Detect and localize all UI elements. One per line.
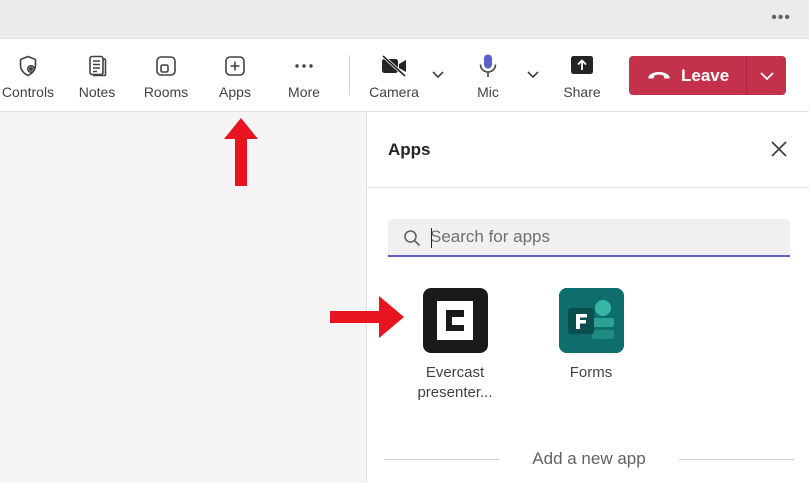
app-tile-evercast[interactable]: Evercast presenter... bbox=[397, 288, 513, 403]
more-button[interactable]: More bbox=[284, 39, 324, 111]
more-label: More bbox=[288, 84, 320, 100]
controls-label: Controls bbox=[1, 84, 55, 100]
text-cursor bbox=[431, 228, 432, 248]
apps-label: Apps bbox=[219, 84, 251, 100]
share-label: Share bbox=[563, 84, 601, 100]
annotation-arrow-right-icon bbox=[329, 294, 405, 345]
search-icon bbox=[403, 229, 421, 252]
apps-button[interactable]: Apps bbox=[212, 39, 258, 111]
search-apps-field[interactable] bbox=[388, 219, 790, 257]
app-name-line: Forms bbox=[569, 364, 613, 381]
camera-options-chevron-icon[interactable] bbox=[431, 67, 445, 85]
camera-off-icon bbox=[380, 52, 408, 80]
mic-options-chevron-icon[interactable] bbox=[526, 67, 540, 85]
evercast-logo-icon bbox=[422, 288, 488, 353]
app-name-evercast: Evercast presenter... bbox=[397, 363, 513, 403]
window-more-icon[interactable]: ••• bbox=[771, 9, 791, 27]
meeting-stage bbox=[0, 112, 366, 483]
search-apps-input[interactable] bbox=[430, 219, 780, 255]
apps-panel: Apps Evercast presenter... bbox=[366, 112, 809, 483]
notes-button[interactable]: Notes bbox=[72, 39, 122, 111]
leave-options-chevron-icon[interactable] bbox=[747, 56, 786, 95]
share-icon bbox=[570, 52, 594, 80]
window-title-bar: ••• bbox=[0, 0, 809, 39]
app-tile-forms[interactable]: Forms bbox=[537, 288, 645, 383]
add-new-app-row[interactable]: Add a new app bbox=[384, 445, 794, 475]
leave-main-area[interactable]: Leave bbox=[629, 56, 746, 95]
ellipsis-icon bbox=[292, 52, 316, 80]
plus-box-icon bbox=[223, 52, 247, 80]
controls-button[interactable]: Controls bbox=[0, 39, 56, 111]
rooms-button[interactable]: Rooms bbox=[140, 39, 192, 111]
apps-panel-header: Apps bbox=[367, 112, 809, 188]
microphone-icon bbox=[477, 52, 499, 80]
shield-gear-icon bbox=[16, 52, 40, 80]
share-button[interactable]: Share bbox=[560, 39, 604, 111]
annotation-arrow-up-icon bbox=[223, 117, 259, 192]
rooms-icon bbox=[154, 52, 178, 80]
mic-button[interactable]: Mic bbox=[472, 39, 504, 111]
mic-label: Mic bbox=[477, 84, 499, 100]
add-new-app-link[interactable]: Add a new app bbox=[384, 449, 794, 469]
app-name-line: Evercast bbox=[425, 364, 485, 381]
camera-label: Camera bbox=[369, 84, 419, 100]
apps-panel-title: Apps bbox=[388, 140, 431, 159]
close-icon[interactable] bbox=[770, 140, 788, 158]
hang-up-icon bbox=[647, 67, 671, 85]
notes-icon bbox=[85, 52, 109, 80]
forms-logo-icon bbox=[558, 288, 624, 353]
app-name-forms: Forms bbox=[537, 363, 645, 383]
app-name-line: presenter... bbox=[417, 384, 493, 401]
leave-button[interactable]: Leave bbox=[629, 56, 786, 95]
leave-label: Leave bbox=[681, 65, 730, 85]
meeting-toolbar: Controls Notes Rooms Apps More Camera Mi… bbox=[0, 39, 809, 112]
notes-label: Notes bbox=[78, 84, 116, 100]
camera-button[interactable]: Camera bbox=[366, 39, 422, 111]
rooms-label: Rooms bbox=[143, 84, 189, 100]
toolbar-divider bbox=[349, 55, 350, 95]
